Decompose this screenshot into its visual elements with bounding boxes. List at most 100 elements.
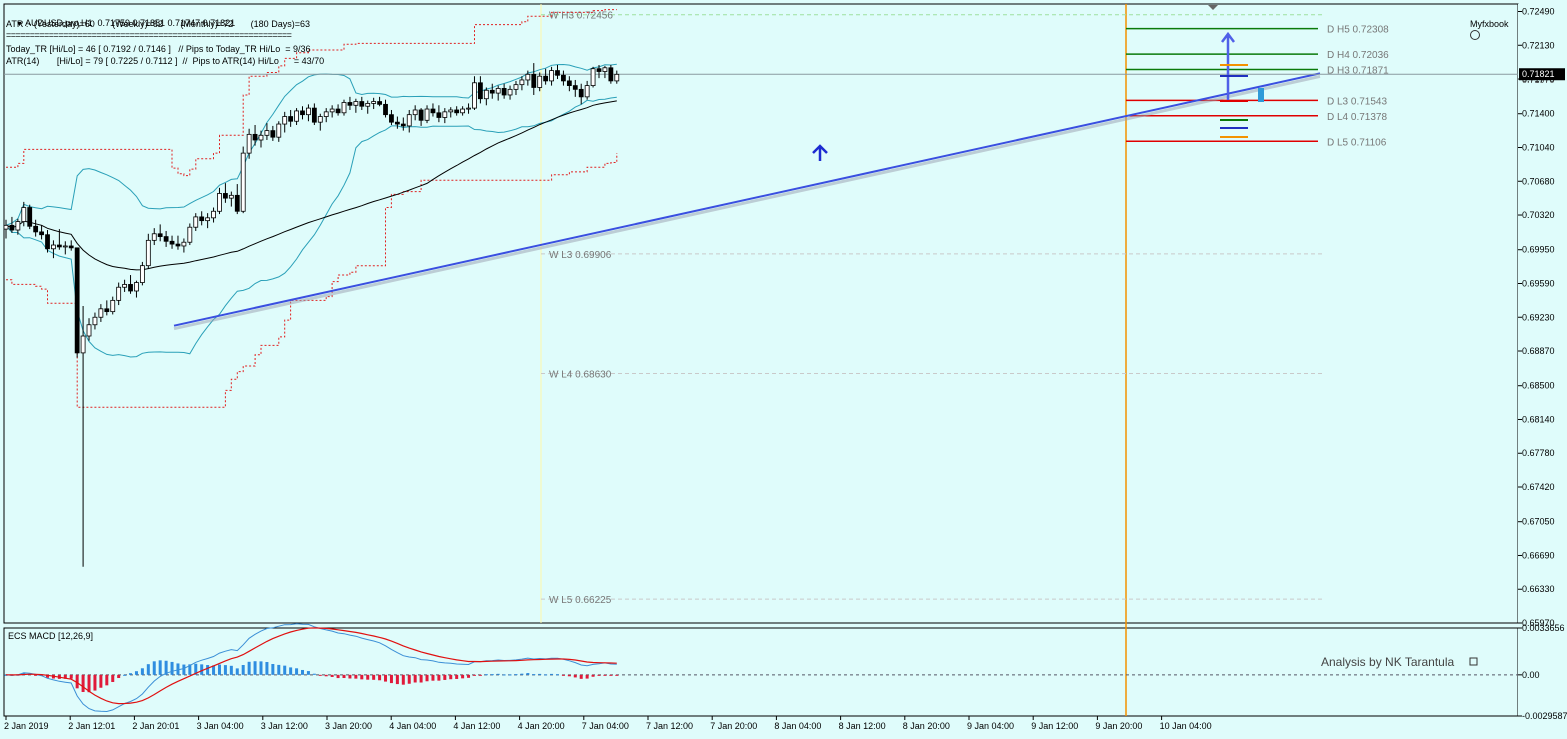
candle-body[interactable] [21, 207, 27, 222]
candle-body[interactable] [477, 82, 483, 100]
candle-body[interactable] [335, 108, 341, 114]
candle-body[interactable] [51, 244, 56, 250]
candle-body[interactable] [549, 70, 554, 82]
candle-body[interactable] [276, 123, 282, 138]
candle-body[interactable] [234, 194, 240, 212]
candle-body[interactable] [288, 116, 294, 122]
candle-body[interactable] [205, 217, 211, 222]
candle-body[interactable] [3, 224, 9, 230]
candle-body[interactable] [418, 109, 424, 121]
candle-body[interactable] [68, 245, 74, 249]
candle-body[interactable] [377, 101, 382, 105]
candle-body[interactable] [460, 108, 466, 114]
candle-body[interactable] [15, 221, 21, 231]
candle-body[interactable] [400, 123, 406, 127]
candle-body[interactable] [252, 133, 258, 141]
candle-body[interactable] [98, 308, 104, 318]
candle-body[interactable] [466, 107, 471, 110]
candle-body[interactable] [442, 111, 448, 118]
candle-body[interactable] [394, 121, 400, 125]
candle-body[interactable] [489, 89, 495, 94]
candle-body[interactable] [602, 67, 608, 72]
candle-body[interactable] [139, 265, 145, 283]
candle-body[interactable] [472, 82, 477, 109]
candle-body[interactable] [359, 101, 365, 107]
candle-body[interactable] [264, 130, 270, 136]
candle-body[interactable] [525, 73, 531, 81]
candle-body[interactable] [45, 234, 50, 250]
candle-body[interactable] [365, 103, 371, 107]
candle-body[interactable] [157, 233, 163, 237]
candle-body[interactable] [134, 282, 139, 292]
candle-body[interactable] [122, 284, 127, 288]
candle-body[interactable] [483, 89, 489, 100]
candle-body[interactable] [199, 216, 205, 222]
candle-body[interactable] [590, 68, 596, 86]
candle-body[interactable] [572, 85, 578, 90]
candle-body[interactable] [513, 84, 519, 90]
candle-body[interactable] [317, 116, 323, 123]
candle-body[interactable] [329, 108, 335, 113]
candle-body[interactable] [80, 335, 86, 354]
candle-body[interactable] [145, 239, 151, 267]
candle-body[interactable] [128, 284, 133, 292]
candle-body[interactable] [596, 68, 602, 72]
candle-body[interactable] [9, 224, 15, 231]
candle-body[interactable] [240, 152, 246, 212]
candle-body[interactable] [181, 241, 187, 247]
candle-body[interactable] [406, 114, 412, 127]
candle-body[interactable] [561, 74, 566, 82]
candle-body[interactable] [323, 111, 329, 117]
candle-body[interactable] [116, 286, 122, 301]
candle-body[interactable] [110, 299, 116, 313]
candle-body[interactable] [282, 116, 288, 125]
candle-body[interactable] [258, 134, 264, 141]
candle-body[interactable] [519, 79, 525, 86]
candle-body[interactable] [389, 114, 394, 123]
candle-body[interactable] [501, 88, 507, 96]
candle-body[interactable] [531, 73, 537, 88]
candle-body[interactable] [62, 245, 68, 248]
candle-body[interactable] [537, 75, 543, 88]
candle-body[interactable] [217, 193, 222, 212]
candle-body[interactable] [555, 70, 560, 76]
candle-body[interactable] [151, 233, 157, 241]
candle-body[interactable] [294, 110, 299, 122]
candle-body[interactable] [270, 130, 276, 138]
candle-body[interactable] [86, 324, 92, 337]
candle-body[interactable] [306, 107, 311, 116]
candle-body[interactable] [92, 316, 98, 326]
candle-body[interactable] [228, 194, 234, 199]
candle-body[interactable] [578, 88, 584, 98]
candle-body[interactable] [175, 243, 181, 247]
candle-body[interactable] [163, 236, 169, 242]
candle-body[interactable] [74, 247, 80, 354]
candle-body[interactable] [495, 88, 501, 94]
candle-body[interactable] [347, 102, 353, 106]
candle-body[interactable] [424, 108, 430, 121]
candle-body[interactable] [104, 308, 110, 313]
candle-body[interactable] [56, 244, 62, 248]
brand-label[interactable]: Myfxbook [1460, 8, 1509, 53]
candle-body[interactable] [353, 101, 359, 106]
candle-body[interactable] [187, 226, 193, 243]
candle-body[interactable] [614, 73, 620, 82]
candle-body[interactable] [608, 67, 614, 82]
candle-body[interactable] [300, 110, 305, 116]
candle-body[interactable] [223, 193, 228, 199]
candle-body[interactable] [39, 231, 44, 236]
candle-body[interactable] [454, 109, 460, 114]
candle-body[interactable] [383, 103, 388, 116]
candle-body[interactable] [341, 102, 347, 114]
candle-body[interactable] [169, 240, 175, 245]
candle-body[interactable] [27, 207, 33, 227]
candle-body[interactable] [412, 109, 418, 116]
candle-body[interactable] [448, 109, 454, 113]
candle-body[interactable] [33, 225, 39, 233]
candle-body[interactable] [193, 216, 199, 228]
candle-body[interactable] [584, 85, 590, 98]
candle-body[interactable] [507, 88, 513, 96]
candle-body[interactable] [430, 108, 436, 114]
candle-body[interactable] [566, 80, 572, 86]
candle-body[interactable] [436, 112, 442, 118]
